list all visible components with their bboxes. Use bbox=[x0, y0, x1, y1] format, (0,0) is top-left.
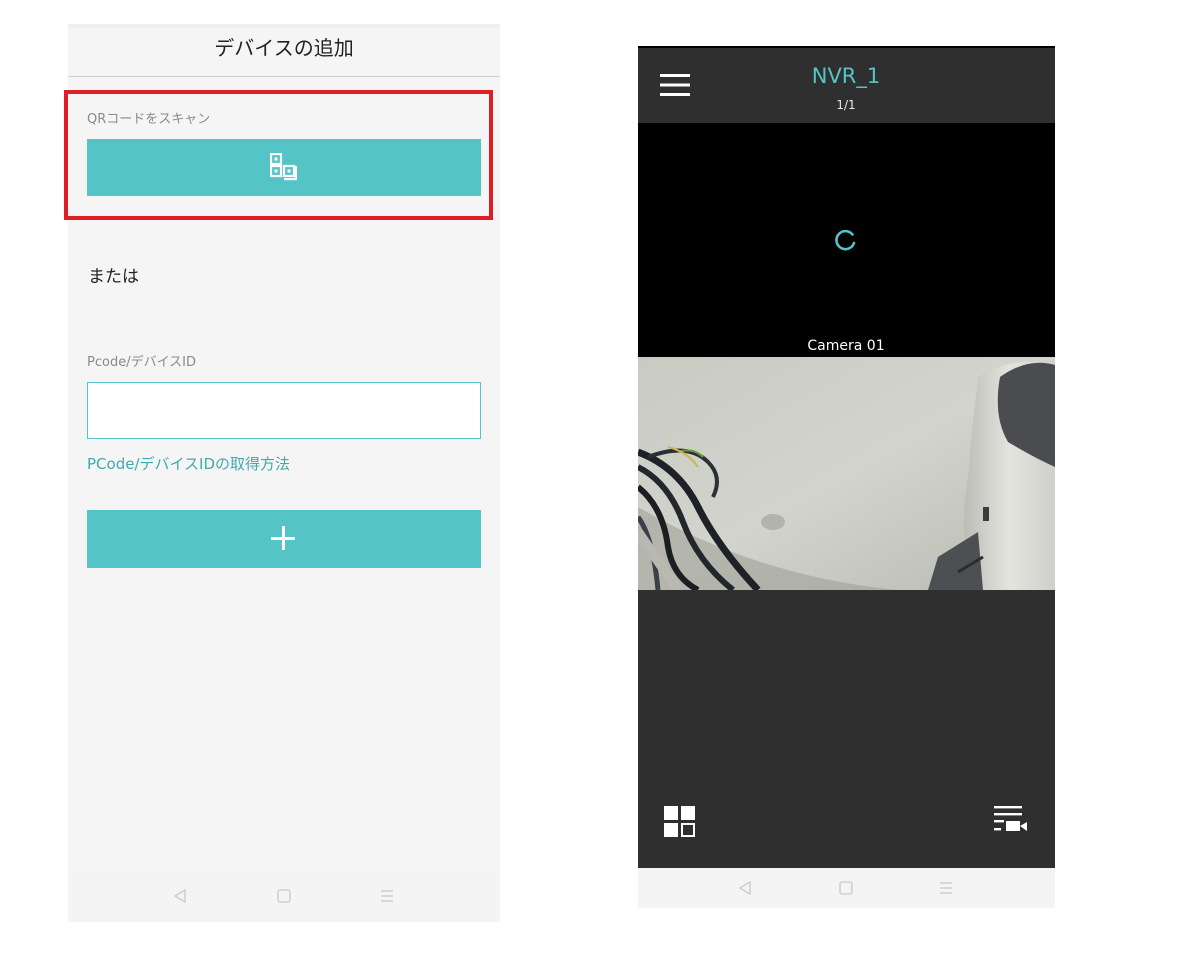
camera-list-icon[interactable] bbox=[992, 804, 1028, 836]
recents-icon[interactable] bbox=[938, 880, 954, 896]
page-indicator: 1/1 bbox=[836, 98, 856, 112]
android-nav-bar bbox=[68, 870, 500, 922]
page-title: デバイスの追加 bbox=[214, 36, 354, 60]
android-nav-bar-right bbox=[638, 868, 1055, 908]
pcode-help-link[interactable]: PCode/デバイスIDの取得方法 bbox=[87, 453, 290, 474]
camera-feed-image[interactable] bbox=[638, 357, 1055, 590]
qr-code-icon bbox=[270, 153, 297, 181]
back-icon[interactable] bbox=[737, 880, 753, 896]
qr-section-label: QRコードをスキャン bbox=[87, 112, 211, 127]
pcode-input[interactable] bbox=[87, 382, 481, 439]
loading-spinner-icon bbox=[835, 229, 856, 251]
title-divider bbox=[68, 76, 500, 77]
back-icon[interactable] bbox=[172, 888, 188, 904]
recents-icon[interactable] bbox=[379, 888, 395, 904]
home-icon[interactable] bbox=[838, 880, 854, 896]
pcode-label: Pcode/デバイスID bbox=[87, 355, 197, 370]
grid-layout-icon[interactable] bbox=[664, 806, 695, 837]
camera-channel-label: Camera 01 bbox=[807, 338, 885, 354]
plus-icon-vertical bbox=[282, 526, 285, 550]
status-strip bbox=[68, 24, 500, 28]
home-icon[interactable] bbox=[276, 888, 292, 904]
top-border bbox=[638, 46, 1055, 48]
nvr-title: NVR_1 bbox=[811, 64, 881, 88]
or-text: または bbox=[88, 267, 139, 287]
hamburger-menu-icon[interactable] bbox=[660, 74, 690, 96]
